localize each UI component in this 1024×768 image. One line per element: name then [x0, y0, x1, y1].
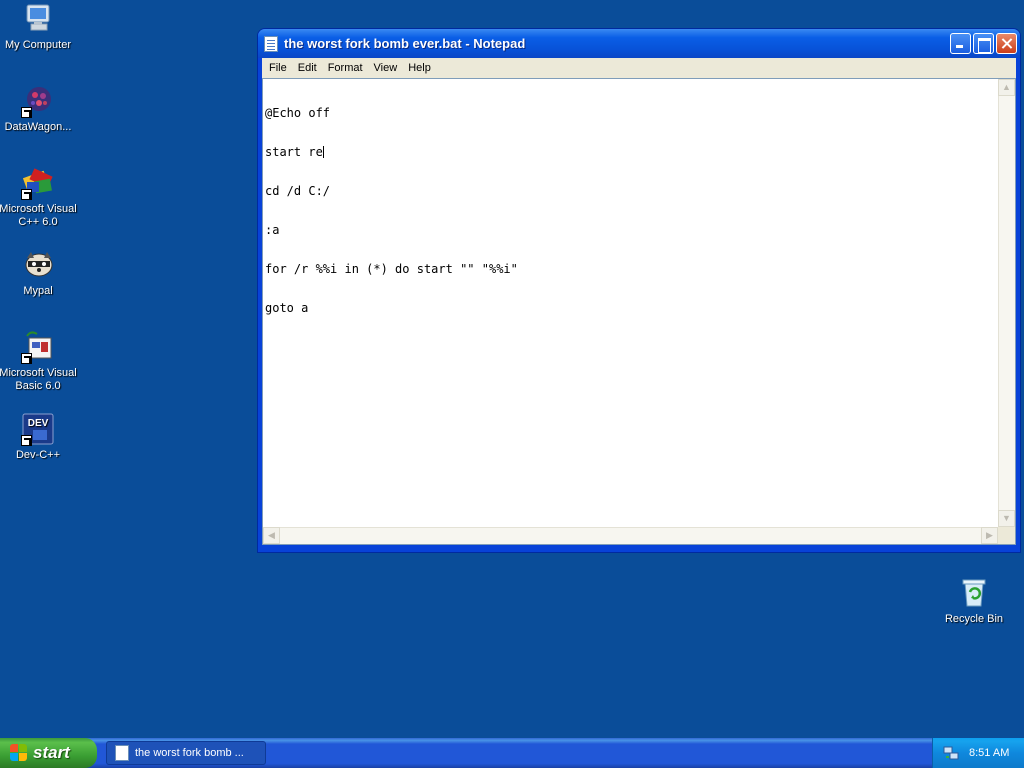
- text-line: cd /d C:/: [265, 184, 331, 198]
- desktop-icon-mypal[interactable]: Mypal: [0, 248, 78, 298]
- desktop-icon-dev-cpp[interactable]: DEV Dev-C++: [0, 412, 78, 462]
- notepad-icon: [264, 35, 278, 52]
- mypal-icon: [21, 248, 55, 282]
- visual-basic-icon: [21, 330, 55, 364]
- size-grip[interactable]: [998, 527, 1015, 544]
- recycle-bin-icon: [957, 576, 991, 610]
- dev-cpp-icon: DEV: [21, 412, 55, 446]
- text-editor[interactable]: @Echo off start re cd /d C:/ :a for /r %…: [263, 79, 998, 527]
- shortcut-arrow-icon: [21, 353, 32, 364]
- desktop-icon-visual-basic[interactable]: Microsoft Visual Basic 6.0: [0, 330, 78, 393]
- text-line: @Echo off: [265, 106, 331, 120]
- shortcut-arrow-icon: [21, 435, 32, 446]
- scroll-left-button[interactable]: ◀: [263, 527, 280, 544]
- desktop-icon-label: Recycle Bin: [944, 613, 1004, 625]
- close-button[interactable]: [996, 33, 1017, 54]
- desktop-icon-label: Microsoft Visual Basic 6.0: [0, 367, 77, 392]
- my-computer-icon: [21, 2, 55, 36]
- text-line: goto a: [265, 301, 309, 315]
- menu-help[interactable]: Help: [403, 60, 437, 76]
- menu-format[interactable]: Format: [323, 60, 369, 76]
- maximize-button[interactable]: [973, 33, 994, 54]
- menu-file[interactable]: File: [264, 60, 293, 76]
- start-button[interactable]: start: [0, 738, 97, 768]
- text-line: start re: [265, 145, 323, 159]
- desktop-icon-visual-cpp[interactable]: Microsoft Visual C++ 6.0: [0, 166, 78, 229]
- desktop-icon-label: DataWagon...: [4, 121, 72, 133]
- svg-text:DEV: DEV: [28, 418, 49, 429]
- text-caret: [322, 146, 324, 158]
- menu-view[interactable]: View: [369, 60, 404, 76]
- scroll-up-button[interactable]: ▲: [998, 79, 1015, 96]
- menu-bar: File Edit Format View Help: [262, 58, 1016, 78]
- desktop-icon-label: Mypal: [23, 285, 53, 297]
- desktop-icon-label: Microsoft Visual C++ 6.0: [0, 203, 77, 228]
- desktop-icon-datawagon[interactable]: DataWagon...: [0, 84, 78, 134]
- datawagon-icon: [21, 84, 55, 118]
- horizontal-scrollbar[interactable]: ◀ ▶: [263, 527, 998, 544]
- desktop-icon-label: My Computer: [4, 39, 72, 51]
- taskbar-button-notepad[interactable]: the worst fork bomb ...: [106, 741, 266, 765]
- notepad-window[interactable]: the worst fork bomb ever.bat - Notepad F…: [257, 28, 1021, 553]
- scroll-down-button[interactable]: ▼: [998, 510, 1015, 527]
- visual-cpp-icon: [21, 166, 55, 200]
- desktop-icon-my-computer[interactable]: My Computer: [0, 2, 78, 52]
- minimize-button[interactable]: [950, 33, 971, 54]
- windows-logo-icon: [10, 744, 28, 762]
- text-line-with-caret: start re: [265, 146, 996, 159]
- title-bar[interactable]: the worst fork bomb ever.bat - Notepad: [258, 29, 1020, 58]
- clock[interactable]: 8:51 AM: [969, 747, 1009, 759]
- desktop-icon-recycle-bin[interactable]: Recycle Bin: [934, 576, 1014, 626]
- vertical-scrollbar[interactable]: ▲ ▼: [998, 79, 1015, 527]
- taskbar-button-label: the worst fork bomb ...: [135, 747, 244, 759]
- shortcut-arrow-icon: [21, 189, 32, 200]
- text-line: :a: [265, 223, 280, 237]
- notepad-icon: [115, 745, 129, 761]
- window-title: the worst fork bomb ever.bat - Notepad: [284, 36, 526, 51]
- desktop-icon-label: Dev-C++: [15, 449, 61, 461]
- editor-area[interactable]: @Echo off start re cd /d C:/ :a for /r %…: [262, 78, 1016, 545]
- start-label: start: [33, 743, 70, 762]
- system-tray: 8:51 AM: [932, 738, 1024, 768]
- shortcut-arrow-icon: [21, 107, 32, 118]
- text-line: for /r %%i in (*) do start "" "%%i": [265, 262, 518, 276]
- menu-edit[interactable]: Edit: [293, 60, 323, 76]
- scroll-right-button[interactable]: ▶: [981, 527, 998, 544]
- network-icon[interactable]: [943, 745, 959, 761]
- taskbar: start the worst fork bomb ... 8:51 AM: [0, 738, 1024, 768]
